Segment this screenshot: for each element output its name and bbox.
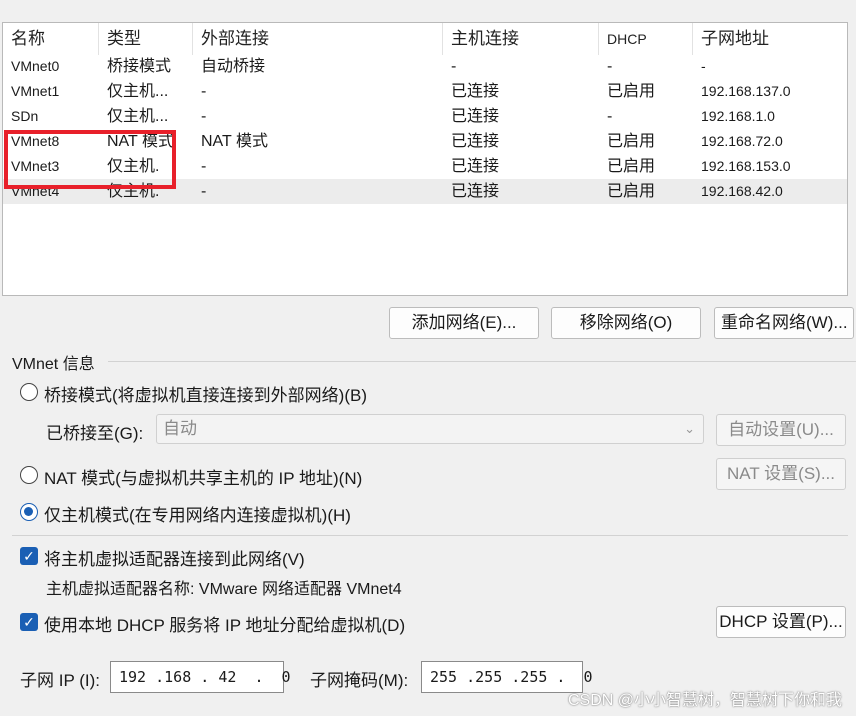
col-header-host[interactable]: 主机连接 bbox=[443, 23, 599, 55]
cell-type: NAT 模式 bbox=[107, 133, 174, 150]
cell-external: - bbox=[201, 83, 207, 100]
table-row[interactable]: VMnet3 仅主机. - 已连接 已启用 192.168.153.0 bbox=[3, 154, 847, 179]
list-header: 名称 类型 外部连接 主机连接 DHCP 子网地址 bbox=[3, 23, 849, 55]
add-network-button[interactable]: 添加网络(E)... bbox=[389, 307, 539, 339]
cell-name: VMnet8 bbox=[11, 133, 60, 149]
cell-dhcp: - bbox=[607, 108, 613, 125]
cell-host: 已连接 bbox=[451, 183, 500, 200]
cell-external: - bbox=[201, 183, 207, 200]
cell-subnet: 192.168.153.0 bbox=[701, 158, 791, 174]
cell-type: 仅主机. bbox=[107, 183, 160, 200]
host-only-mode-label[interactable]: 仅主机模式(在专用网络内连接虚拟机)(H) bbox=[44, 501, 351, 526]
col-header-name[interactable]: 名称 bbox=[3, 23, 99, 55]
cell-type: 仅主机. bbox=[107, 158, 160, 175]
cell-name: VMnet3 bbox=[11, 158, 60, 174]
connect-adapter-label[interactable]: 将主机虚拟适配器连接到此网络(V) bbox=[44, 545, 305, 570]
auto-settings-button[interactable]: 自动设置(U)... bbox=[716, 414, 846, 446]
col-header-dhcp[interactable]: DHCP bbox=[599, 23, 693, 55]
cell-dhcp: 已启用 bbox=[607, 183, 656, 200]
cell-host: 已连接 bbox=[451, 158, 500, 175]
cell-host: 已连接 bbox=[451, 108, 500, 125]
watermark-text: CSDN @小小智慧树，智慧树下你和我 bbox=[567, 692, 842, 709]
subnet-ip-field[interactable]: 192 .168 . 42 . 0 bbox=[110, 661, 291, 693]
subnet-mask-field[interactable]: 255 .255 .255 . 0 bbox=[421, 661, 593, 693]
cell-host: 已连接 bbox=[451, 83, 500, 100]
table-row[interactable]: VMnet1 仅主机... - 已连接 已启用 192.168.137.0 bbox=[3, 79, 847, 104]
cell-type: 仅主机... bbox=[107, 83, 169, 100]
rename-network-button[interactable]: 重命名网络(W)... bbox=[714, 307, 854, 339]
cell-external: 自动桥接 bbox=[201, 58, 266, 75]
nat-settings-button[interactable]: NAT 设置(S)... bbox=[716, 458, 846, 490]
bridged-mode-radio[interactable] bbox=[20, 383, 38, 401]
cell-type: 仅主机... bbox=[107, 108, 169, 125]
cell-dhcp: 已启用 bbox=[607, 158, 656, 175]
cell-subnet: 192.168.137.0 bbox=[701, 83, 791, 99]
subnet-mask-label: 子网掩码(M): bbox=[310, 671, 409, 690]
bridged-to-select[interactable]: 自动 ⌄ bbox=[156, 414, 704, 444]
cell-dhcp: 已启用 bbox=[607, 83, 656, 100]
cell-host: - bbox=[451, 58, 457, 75]
host-only-mode-radio[interactable] bbox=[20, 503, 38, 521]
cell-name: SDn bbox=[11, 108, 39, 124]
table-row[interactable]: VMnet8 NAT 模式 NAT 模式 已连接 已启用 192.168.72.… bbox=[3, 129, 847, 154]
bridged-mode-label[interactable]: 桥接模式(将虚拟机直接连接到外部网络)(B) bbox=[44, 381, 367, 406]
table-row-selected[interactable]: VMnet4 仅主机. - 已连接 已启用 192.168.42.0 bbox=[3, 179, 847, 204]
dhcp-label[interactable]: 使用本地 DHCP 服务将 IP 地址分配给虚拟机(D) bbox=[44, 611, 405, 636]
cell-type: 桥接模式 bbox=[107, 58, 172, 75]
cell-external: - bbox=[201, 108, 207, 125]
cell-dhcp: - bbox=[607, 58, 613, 75]
dhcp-settings-button[interactable]: DHCP 设置(P)... bbox=[716, 606, 846, 638]
cell-dhcp: 已启用 bbox=[607, 133, 656, 150]
nat-mode-radio[interactable] bbox=[20, 466, 38, 484]
subnet-ip-label: 子网 IP (I): bbox=[20, 671, 100, 690]
remove-network-button[interactable]: 移除网络(O) bbox=[551, 307, 701, 339]
cell-subnet: 192.168.1.0 bbox=[701, 108, 775, 124]
table-row[interactable]: VMnet0 桥接模式 自动桥接 - - - bbox=[3, 54, 847, 79]
group-divider bbox=[108, 361, 856, 362]
section-divider bbox=[12, 535, 848, 536]
table-row[interactable]: SDn 仅主机... - 已连接 - 192.168.1.0 bbox=[3, 104, 847, 129]
cell-host: 已连接 bbox=[451, 133, 500, 150]
col-header-subnet[interactable]: 子网地址 bbox=[693, 23, 849, 55]
network-list[interactable]: 名称 类型 外部连接 主机连接 DHCP 子网地址 VMnet0 桥接模式 自动… bbox=[2, 22, 848, 296]
col-header-external[interactable]: 外部连接 bbox=[193, 23, 443, 55]
vmnet-info-title: VMnet 信息 bbox=[12, 356, 95, 373]
col-header-type[interactable]: 类型 bbox=[99, 23, 193, 55]
bridged-to-value: 自动 bbox=[163, 419, 197, 438]
nat-mode-label[interactable]: NAT 模式(与虚拟机共享主机的 IP 地址)(N) bbox=[44, 464, 362, 489]
cell-name: VMnet0 bbox=[11, 58, 60, 74]
cell-subnet: 192.168.72.0 bbox=[701, 133, 783, 149]
cell-external: - bbox=[201, 158, 207, 175]
adapter-name-text: 主机虚拟适配器名称: VMware 网络适配器 VMnet4 bbox=[46, 581, 402, 598]
cell-external: NAT 模式 bbox=[201, 133, 268, 150]
cell-name: VMnet4 bbox=[11, 183, 60, 199]
dhcp-checkbox[interactable]: ✓ bbox=[20, 613, 38, 631]
cell-name: VMnet1 bbox=[11, 83, 60, 99]
chevron-down-icon: ⌄ bbox=[684, 421, 695, 436]
cell-subnet: - bbox=[701, 58, 706, 74]
cell-subnet: 192.168.42.0 bbox=[701, 183, 783, 199]
bridged-to-label: 已桥接至(G): bbox=[46, 424, 144, 443]
connect-adapter-checkbox[interactable]: ✓ bbox=[20, 547, 38, 565]
